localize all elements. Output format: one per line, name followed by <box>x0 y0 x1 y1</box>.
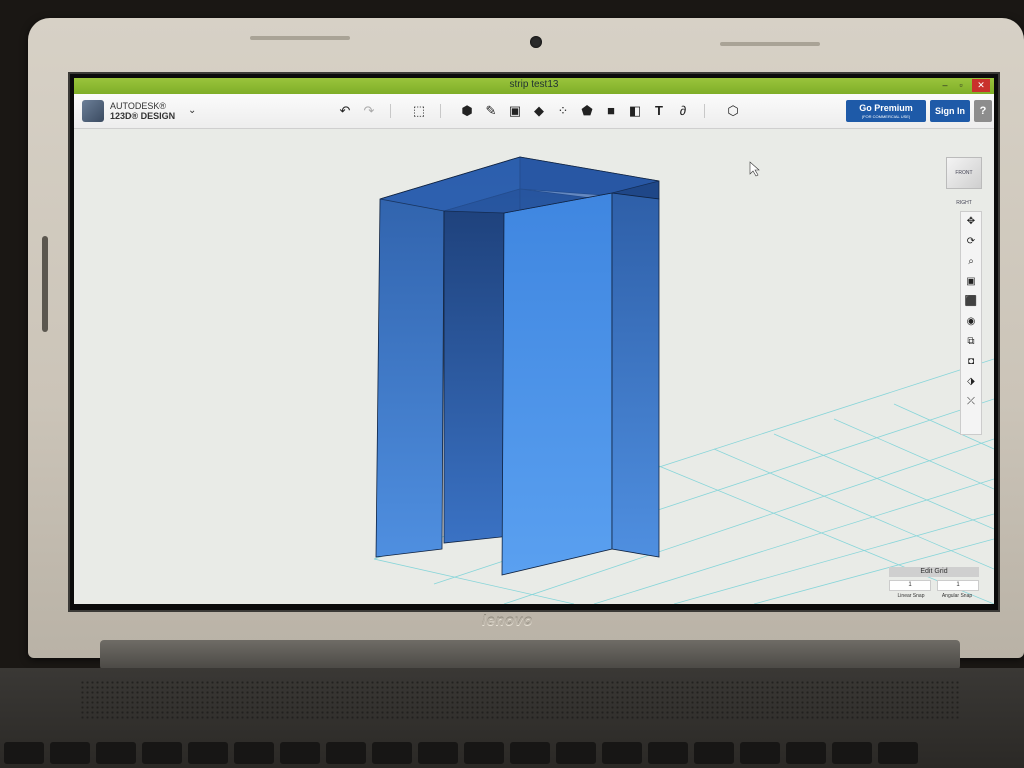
construct-icon[interactable]: ▣ <box>506 102 524 120</box>
hide-icon[interactable]: ⬗ <box>961 372 981 392</box>
pattern-icon[interactable]: ⁘ <box>554 102 572 120</box>
measure-icon[interactable]: ◧ <box>626 102 644 120</box>
app-menu-chevron-icon[interactable]: ⌄ <box>188 105 196 116</box>
3d-model <box>375 156 660 576</box>
snap-icon[interactable]: ∂ <box>674 102 692 120</box>
angular-snap-label: Angular Snap <box>941 593 973 599</box>
close-button[interactable]: ✕ <box>972 79 990 92</box>
visibility-icon[interactable]: ◉ <box>961 312 981 332</box>
camera-icon[interactable]: ◘ <box>961 352 981 372</box>
grid-panel: Edit Grid 1 1 Linear Snap Angular Snap <box>889 567 979 603</box>
edit-grid-button[interactable]: Edit Grid <box>889 567 979 577</box>
angular-snap-field[interactable]: 1 <box>937 580 979 591</box>
main-toolbar: AUTODESK® 123D® DESIGN ⌄ ↶ ↷ ⬚ ⬢ ✎ ▣ ◆ ⁘… <box>74 94 994 129</box>
material-icon[interactable]: ⬡ <box>724 102 742 120</box>
toolbar-divider <box>440 104 441 118</box>
window-title: strip test13 <box>509 79 559 90</box>
bezel-slot <box>720 42 820 46</box>
linear-snap-label: Linear Snap <box>897 593 925 599</box>
bezel-slot <box>250 36 350 40</box>
combine-icon[interactable]: ■ <box>602 102 620 120</box>
orbit-icon[interactable]: ⟳ <box>961 232 981 252</box>
help-button[interactable]: ? <box>974 100 992 122</box>
pan-icon[interactable]: ✥ <box>961 212 981 232</box>
modify-icon[interactable]: ◆ <box>530 102 548 120</box>
go-premium-sublabel: (FOR COMMERCIAL USE) <box>861 114 911 119</box>
app-window: strip test13 – ▫ ✕ AUTODESK® 123D® DESIG… <box>74 78 994 604</box>
navigation-bar: ✥ ⟳ ⌕ ▣ ⬛ ◉ ⧉ ◘ ⬗ ⤫ <box>960 211 982 435</box>
grouping-icon[interactable]: ⬟ <box>578 102 596 120</box>
view-cube[interactable]: FRONT RIGHT <box>946 157 982 206</box>
laptop-brand-logo: lenovo <box>482 612 534 628</box>
sign-in-button[interactable]: Sign In <box>930 100 970 122</box>
3d-viewport[interactable]: FRONT RIGHT ✥ ⟳ ⌕ ▣ ⬛ ◉ ⧉ ◘ ⬗ ⤫ Edit Gri… <box>74 129 994 604</box>
toolbar-divider <box>704 104 705 118</box>
sketch-icon[interactable]: ✎ <box>482 102 500 120</box>
undo-icon[interactable]: ↶ <box>336 102 354 120</box>
app-logo-icon[interactable] <box>82 100 104 122</box>
toolbar-divider <box>390 104 391 118</box>
zoom-icon[interactable]: ⌕ <box>961 252 981 272</box>
materials-outline-icon[interactable]: ⧉ <box>961 332 981 352</box>
minimize-button[interactable]: – <box>938 79 952 92</box>
app-brand[interactable]: AUTODESK® 123D® DESIGN <box>110 101 175 121</box>
go-premium-button[interactable]: Go Premium (FOR COMMERCIAL USE) <box>846 100 926 122</box>
go-premium-label: Go Premium <box>859 103 913 113</box>
viewport-canvas <box>373 156 994 604</box>
primitives-icon[interactable]: ⬢ <box>458 102 476 120</box>
speaker-grille <box>80 680 960 720</box>
linear-snap-field[interactable]: 1 <box>889 580 931 591</box>
redo-icon[interactable]: ↷ <box>360 102 378 120</box>
view-cube-icon[interactable]: ⬛ <box>961 292 981 312</box>
text-icon[interactable]: T <box>650 102 668 120</box>
laptop-screen: strip test13 – ▫ ✕ AUTODESK® 123D® DESIG… <box>68 72 1000 612</box>
transform-icon[interactable]: ⬚ <box>410 102 428 120</box>
bezel-side-slot <box>42 236 48 332</box>
brand-line-1: AUTODESK® <box>110 101 166 111</box>
webcam <box>530 36 542 48</box>
fit-icon[interactable]: ▣ <box>961 272 981 292</box>
keyboard-row <box>0 742 1024 768</box>
laptop-hinge <box>100 640 960 670</box>
title-bar: strip test13 – ▫ ✕ <box>74 78 994 94</box>
brand-line-2: 123D® DESIGN <box>110 111 176 121</box>
maximize-button[interactable]: ▫ <box>954 79 968 92</box>
mouse-cursor <box>749 161 760 177</box>
photo-scene: lenovo strip test13 – ▫ ✕ AUTODESK® 123D… <box>0 0 1024 768</box>
show-hide-sketch-icon[interactable]: ⤫ <box>961 392 981 412</box>
